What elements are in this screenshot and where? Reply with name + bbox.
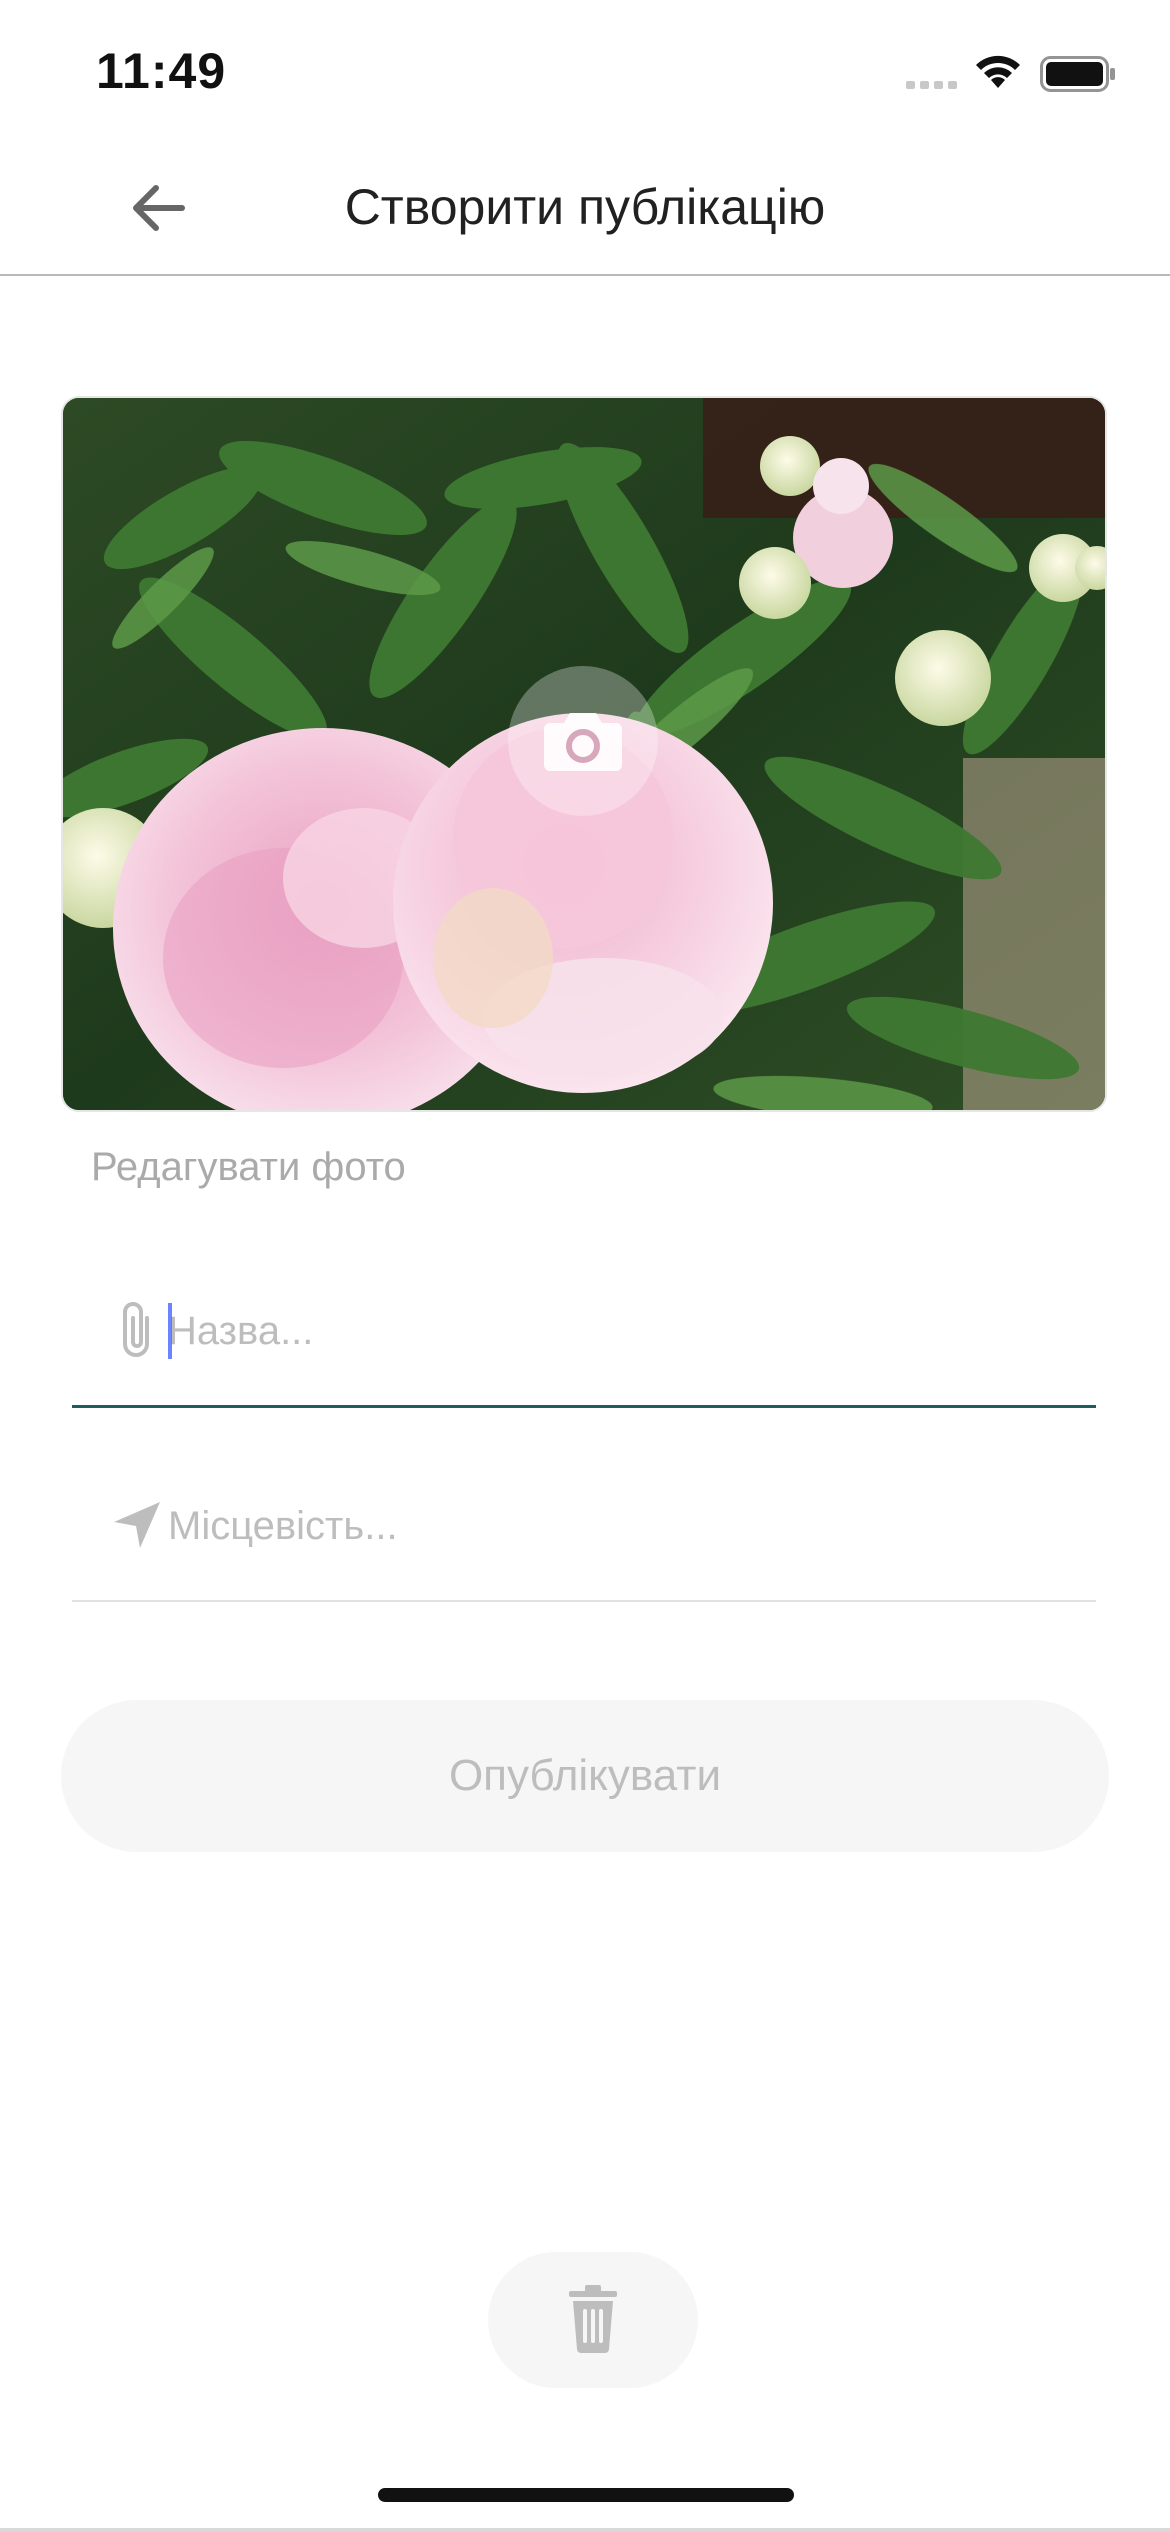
- battery-icon: [1040, 56, 1116, 97]
- location-input[interactable]: [168, 1488, 1048, 1564]
- title-field: [72, 1265, 1096, 1408]
- status-bar: 11:49: [0, 0, 1170, 140]
- photo-preview[interactable]: [61, 396, 1107, 1112]
- wifi-icon: [972, 52, 1024, 97]
- trash-icon: [565, 2283, 621, 2358]
- publish-button[interactable]: Опублікувати: [61, 1700, 1109, 1852]
- signal-icon: [906, 78, 958, 96]
- camera-icon: [542, 709, 624, 773]
- page-title: Створити публікацію: [344, 179, 826, 235]
- location-arrow-icon: [102, 1490, 172, 1560]
- bottom-divider: [0, 2528, 1170, 2532]
- nav-header: Створити публікацію: [0, 140, 1170, 276]
- change-photo-button[interactable]: [508, 666, 658, 816]
- paperclip-icon: [102, 1295, 172, 1365]
- status-time: 11:49: [96, 43, 227, 99]
- delete-button[interactable]: [488, 2252, 698, 2388]
- text-caret: [168, 1303, 172, 1359]
- edit-photo-link[interactable]: Редагувати фото: [91, 1145, 406, 1190]
- create-post-screen: 11:49 Створити публікацію Редагувати фот…: [0, 0, 1170, 2532]
- location-field: [72, 1460, 1096, 1602]
- title-input[interactable]: [168, 1293, 1048, 1369]
- home-indicator: [378, 2488, 794, 2502]
